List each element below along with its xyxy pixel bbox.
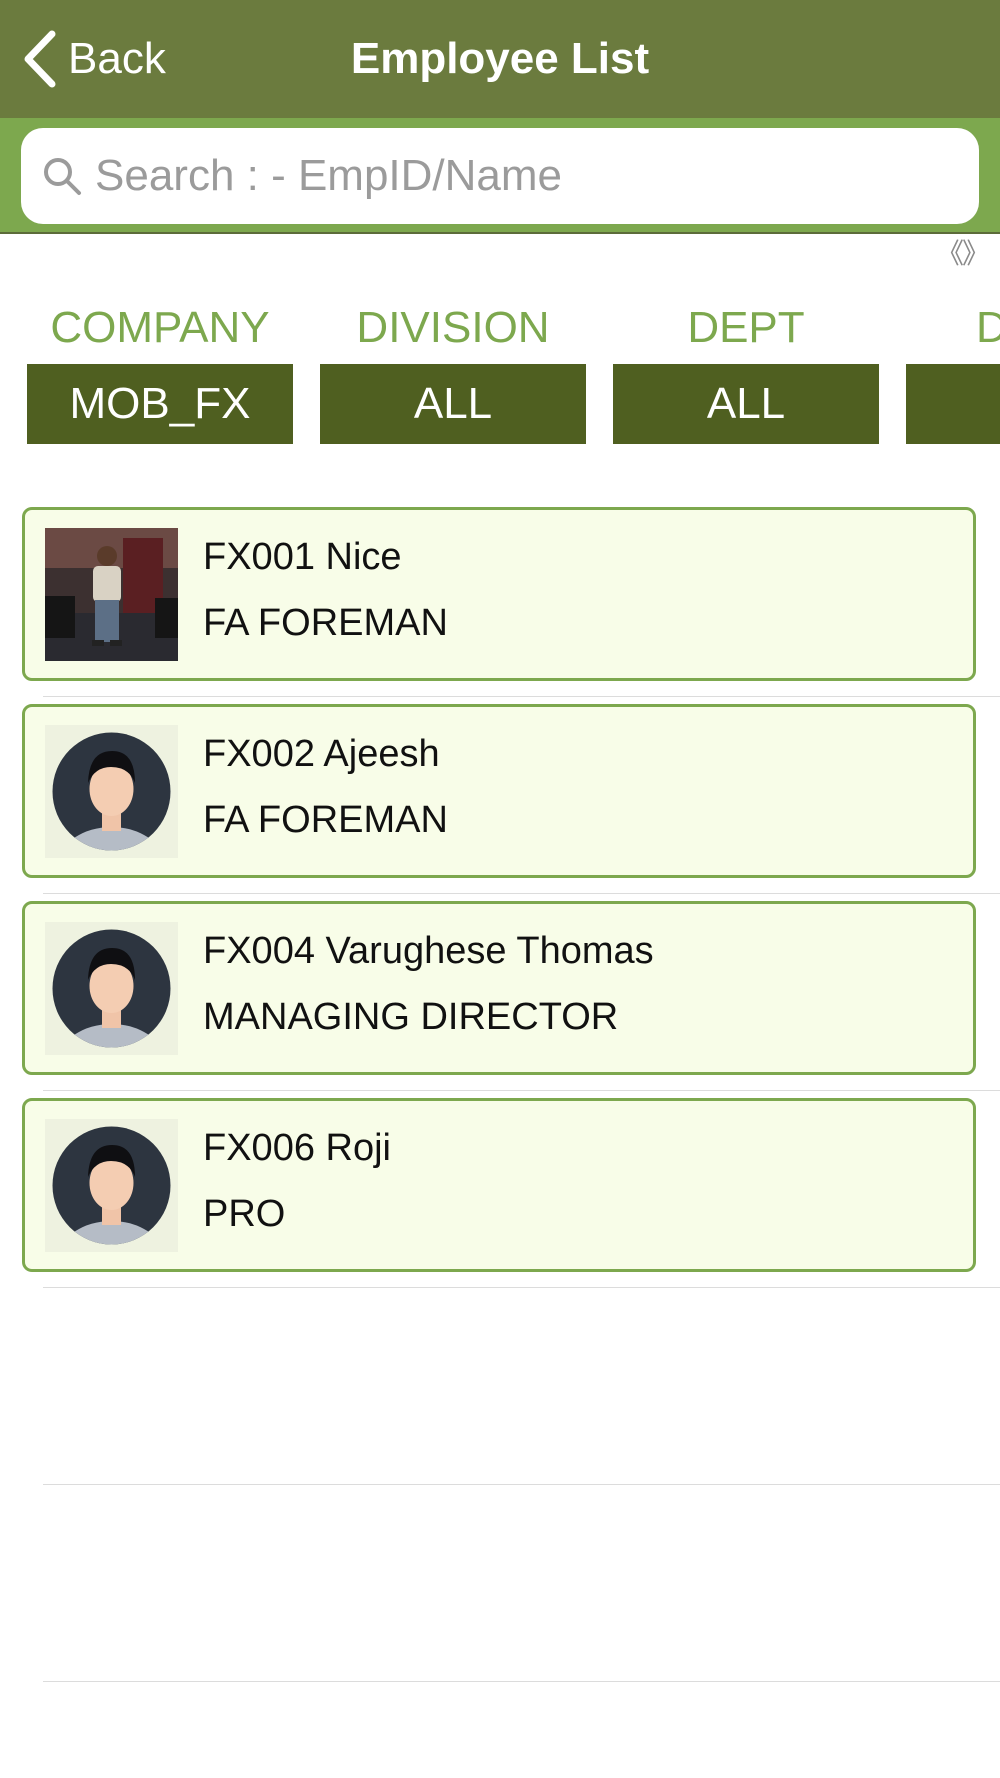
back-label: Back — [68, 34, 166, 83]
filter-label-company: COMPANY — [50, 303, 270, 352]
double-chevron-icon[interactable]: 《》 — [936, 234, 990, 274]
filter-dept: DEPT ALL — [613, 296, 879, 444]
chevron-left-icon — [24, 30, 56, 88]
employee-name: FX001 Nice — [203, 536, 402, 578]
filter-division-button[interactable]: ALL — [320, 364, 586, 444]
default-avatar-icon — [45, 1119, 178, 1252]
filter-strip: COMPANY MOB_FX DIVISION ALL DEPT ALL D — [0, 296, 1000, 456]
filter-label-division: DIVISION — [356, 303, 550, 352]
search-input[interactable] — [95, 151, 915, 201]
filter-partial: D — [906, 296, 1000, 444]
search-icon — [44, 158, 81, 195]
filter-division: DIVISION ALL — [320, 296, 586, 444]
default-avatar-icon — [45, 922, 178, 1055]
nav-bar: Employee List Back — [0, 0, 1000, 118]
list-item: FX001 Nice FA FOREMAN — [0, 500, 1000, 697]
employee-designation: FA FOREMAN — [203, 799, 448, 841]
list-item: FX004 Varughese Thomas MANAGING DIRECTOR — [0, 894, 1000, 1091]
employee-card[interactable]: FX006 Roji PRO — [22, 1098, 976, 1272]
employee-card[interactable]: FX001 Nice FA FOREMAN — [22, 507, 976, 681]
filter-label-partial: D — [976, 303, 1000, 352]
row-divider — [43, 1681, 1000, 1682]
filter-dept-button[interactable]: ALL — [613, 364, 879, 444]
employee-name: FX002 Ajeesh — [203, 733, 440, 775]
list-item: FX002 Ajeesh FA FOREMAN — [0, 697, 1000, 894]
employee-card[interactable]: FX004 Varughese Thomas MANAGING DIRECTOR — [22, 901, 976, 1075]
employee-name: FX004 Varughese Thomas — [203, 930, 654, 972]
empty-list-row — [0, 1485, 1000, 1682]
filter-company-button[interactable]: MOB_FX — [27, 364, 293, 444]
list-item: FX006 Roji PRO — [0, 1091, 1000, 1288]
default-avatar-icon — [45, 725, 178, 858]
employee-card[interactable]: FX002 Ajeesh FA FOREMAN — [22, 704, 976, 878]
back-button[interactable]: Back — [22, 28, 166, 90]
filter-partial-button[interactable] — [906, 364, 1000, 444]
filter-label-dept: DEPT — [687, 303, 805, 352]
employee-designation: MANAGING DIRECTOR — [203, 996, 619, 1038]
search-box[interactable] — [21, 128, 979, 224]
employee-designation: FA FOREMAN — [203, 602, 448, 644]
employee-name: FX006 Roji — [203, 1127, 391, 1169]
employee-photo — [45, 528, 178, 661]
filter-company: COMPANY MOB_FX — [27, 296, 293, 444]
employee-designation: PRO — [203, 1193, 286, 1235]
search-bar — [0, 118, 1000, 234]
empty-list-row — [0, 1288, 1000, 1485]
